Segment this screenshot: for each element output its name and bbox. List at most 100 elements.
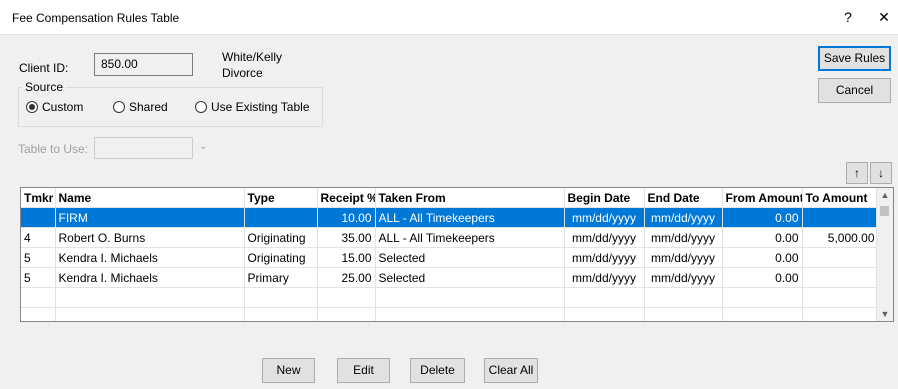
cell: mm/dd/yyyy — [644, 207, 723, 228]
rules-grid[interactable]: Tmkr Name Type Receipt % Taken From Begi… — [20, 187, 894, 322]
scroll-down-icon[interactable]: ▼ — [879, 309, 891, 319]
table-row[interactable] — [21, 287, 879, 308]
radio-selected-icon — [26, 101, 38, 113]
cell: Originating — [244, 247, 318, 268]
cell: FIRM — [55, 207, 245, 228]
table-row[interactable]: 5 Kendra I. Michaels Primary 25.00 Selec… — [21, 267, 879, 288]
cell: mm/dd/yyyy — [564, 207, 645, 228]
table-row[interactable]: FIRM 10.00 ALL - All Timekeepers mm/dd/y… — [21, 207, 879, 228]
cell — [564, 287, 645, 308]
col-header[interactable]: Taken From — [375, 188, 565, 208]
window-title: Fee Compensation Rules Table — [12, 11, 180, 25]
source-custom-radio[interactable]: Custom — [26, 100, 83, 114]
cell: mm/dd/yyyy — [564, 247, 645, 268]
cell — [244, 307, 318, 321]
cell — [802, 267, 879, 288]
cell: 10.00 — [317, 207, 376, 228]
scroll-thumb[interactable] — [880, 206, 889, 216]
title-bar: Fee Compensation Rules Table ? ✕ — [0, 0, 898, 35]
cell — [375, 287, 565, 308]
source-legend: Source — [22, 80, 67, 94]
client-name: White/Kelly — [222, 50, 283, 64]
cell — [317, 307, 376, 321]
new-button[interactable]: New — [262, 358, 315, 383]
cell — [722, 287, 803, 308]
clear-all-button[interactable]: Clear All — [484, 358, 538, 383]
table-row[interactable] — [21, 307, 879, 321]
cell — [802, 307, 879, 321]
col-header[interactable]: Name — [55, 188, 245, 208]
delete-button[interactable]: Delete — [410, 358, 465, 383]
matter-name: Divorce — [222, 66, 263, 80]
cell — [21, 207, 56, 228]
cell — [722, 307, 803, 321]
chevron-down-icon[interactable]: ⌄ — [199, 141, 207, 152]
cell: 0.00 — [722, 247, 803, 268]
cell: 5,000.00 — [802, 227, 879, 248]
cell — [244, 287, 318, 308]
cell — [802, 287, 879, 308]
cell: 0.00 — [722, 207, 803, 228]
col-header[interactable]: End Date — [644, 188, 723, 208]
cell: ALL - All Timekeepers — [375, 207, 565, 228]
cell: mm/dd/yyyy — [564, 227, 645, 248]
grid-header-row: Tmkr Name Type Receipt % Taken From Begi… — [21, 188, 879, 208]
cell: 5 — [21, 247, 56, 268]
cell: 35.00 — [317, 227, 376, 248]
col-header[interactable]: Begin Date — [564, 188, 645, 208]
client-id-label: Client ID: — [19, 61, 69, 75]
table-row[interactable]: 5 Kendra I. Michaels Originating 15.00 S… — [21, 247, 879, 268]
cell — [802, 207, 879, 228]
vertical-scrollbar[interactable]: ▲ ▼ — [876, 188, 893, 321]
cell: mm/dd/yyyy — [644, 247, 723, 268]
cell: Originating — [244, 227, 318, 248]
cell — [244, 207, 318, 228]
cell — [564, 307, 645, 321]
cell — [21, 307, 56, 321]
source-shared-radio[interactable]: Shared — [113, 100, 168, 114]
cell: Selected — [375, 247, 565, 268]
cell: Robert O. Burns — [55, 227, 245, 248]
scroll-up-icon[interactable]: ▲ — [879, 190, 891, 200]
cell — [644, 287, 723, 308]
cell: 4 — [21, 227, 56, 248]
edit-button[interactable]: Edit — [337, 358, 390, 383]
cell: 0.00 — [722, 227, 803, 248]
col-header[interactable]: Type — [244, 188, 318, 208]
rules-table: Tmkr Name Type Receipt % Taken From Begi… — [21, 188, 879, 321]
radio-label: Custom — [42, 100, 84, 114]
table-to-use-label: Table to Use: — [18, 142, 89, 156]
table-row[interactable]: 4 Robert O. Burns Originating 35.00 ALL … — [21, 227, 879, 248]
col-header[interactable]: To Amount — [802, 188, 879, 208]
cell — [55, 307, 245, 321]
table-to-use-combo[interactable] — [94, 137, 193, 159]
client-id-field[interactable]: 850.00 — [94, 53, 193, 76]
cell: ALL - All Timekeepers — [375, 227, 565, 248]
cell: 0.00 — [722, 267, 803, 288]
col-header[interactable]: From Amount — [722, 188, 803, 208]
cell: mm/dd/yyyy — [644, 227, 723, 248]
cell — [55, 287, 245, 308]
cell: 15.00 — [317, 247, 376, 268]
radio-label: Shared — [129, 100, 168, 114]
help-button[interactable]: ? — [838, 8, 858, 26]
move-up-icon[interactable]: ↑ — [846, 162, 868, 184]
cell: 5 — [21, 267, 56, 288]
radio-unselected-icon — [113, 101, 125, 113]
cell — [644, 307, 723, 321]
col-header[interactable]: Receipt % — [317, 188, 376, 208]
radio-unselected-icon — [195, 101, 207, 113]
col-header[interactable]: Tmkr — [21, 188, 56, 208]
move-down-icon[interactable]: ↓ — [870, 162, 892, 184]
cell: mm/dd/yyyy — [644, 267, 723, 288]
cell: Kendra I. Michaels — [55, 267, 245, 288]
cell — [21, 287, 56, 308]
cell: mm/dd/yyyy — [564, 267, 645, 288]
cell — [802, 247, 879, 268]
close-button[interactable]: ✕ — [874, 8, 894, 26]
source-existing-radio[interactable]: Use Existing Table — [195, 100, 310, 114]
cell — [317, 287, 376, 308]
save-rules-button[interactable]: Save Rules — [818, 46, 891, 71]
cell: 25.00 — [317, 267, 376, 288]
cancel-button[interactable]: Cancel — [818, 78, 891, 103]
